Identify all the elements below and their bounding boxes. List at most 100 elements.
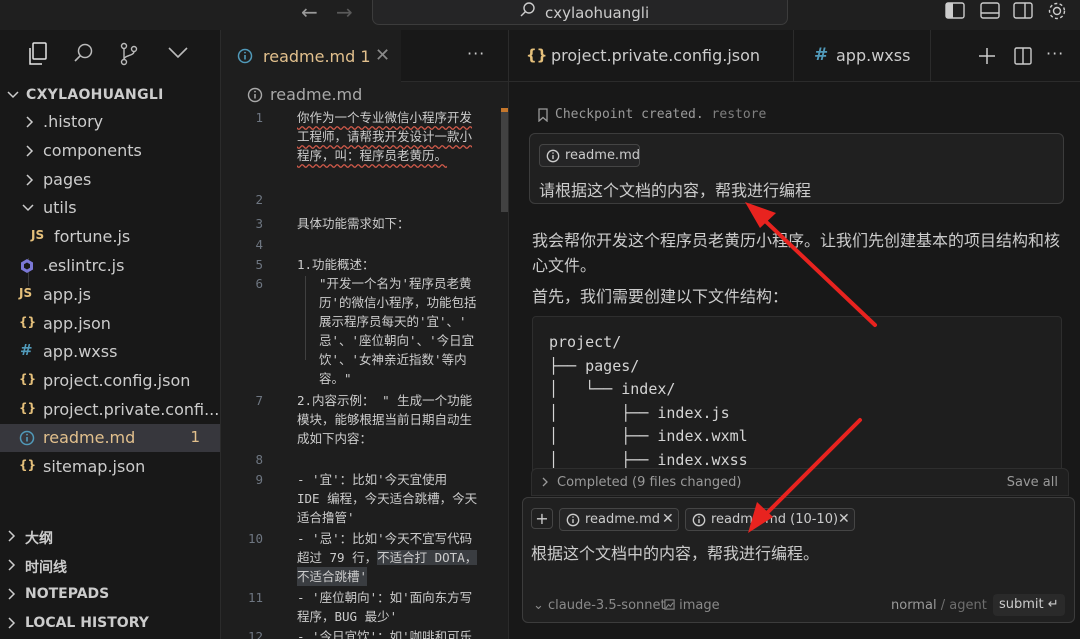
context-chip-readme[interactable]: readme.md ✕ [559, 508, 679, 531]
chevron-right-icon [8, 617, 16, 629]
problem-count-badge: 1 [190, 428, 200, 446]
split-editor-icon[interactable] [1013, 46, 1033, 66]
code-line[interactable]: - '今日宜饮'：如'咖啡和可乐 ' [297, 627, 489, 639]
section-local-history[interactable]: LOCAL HISTORY [0, 611, 220, 637]
code-line[interactable]: 2.内容示例： " 生成一个功能 模块，能够根据当前日期自动生 成如下内容： [297, 391, 489, 448]
code-line[interactable]: "开发一个名为'程序员老黄 历'的微信小程序，功能包括 展示程序员每天的'宜'、… [319, 274, 511, 388]
plus-icon[interactable] [977, 46, 997, 66]
composer-input[interactable]: 根据这个文档中的内容，帮我进行编程。 [531, 540, 819, 564]
files-icon[interactable] [27, 42, 49, 66]
tab-project-private-config[interactable]: {} project.private.config.json [509, 30, 794, 82]
editor-tab-bar: {} project.private.config.json # app.wxs… [509, 30, 1080, 82]
more-actions-icon[interactable]: ··· [467, 44, 485, 63]
code-block-line: │ └── index/ [549, 380, 676, 398]
chevron-down-icon [7, 91, 19, 99]
command-center-search[interactable]: cxylaohuangli [372, 0, 788, 25]
restore-link[interactable]: restore [712, 107, 767, 122]
tree-item-eslintrc[interactable]: .eslintrc.js [0, 252, 220, 280]
close-icon[interactable]: ✕ [375, 45, 390, 66]
tree-item-sitemap[interactable]: {} sitemap.json [0, 453, 220, 481]
submit-button[interactable]: submit ↵ [993, 594, 1065, 616]
toggle-panel-icon[interactable] [980, 2, 1000, 20]
tree-item-label: project.private.confi... [43, 400, 220, 419]
section-timeline[interactable]: 时间线 [0, 553, 220, 579]
json-file-icon: {} [19, 458, 37, 472]
line-number: 5 [255, 257, 263, 272]
tree-item-label: app.json [43, 314, 111, 333]
line-number: 4 [255, 237, 263, 252]
code-block-line: │ ├── index.wxss [549, 451, 748, 469]
model-selector[interactable]: ⌄ claude-3.5-sonnet [533, 598, 666, 613]
gear-icon[interactable] [1046, 0, 1068, 22]
info-icon [237, 48, 253, 64]
tree-item-history[interactable]: .history [0, 108, 220, 136]
tree-item-project-private-config[interactable]: {} project.private.confi... [0, 396, 220, 424]
json-file-icon: {} [19, 401, 37, 415]
code-line[interactable]: 具体功能需求如下： [297, 214, 489, 233]
forward-arrow-icon[interactable]: → [336, 0, 353, 26]
tab-readme[interactable]: readme.md 1 ✕ [221, 30, 401, 82]
close-icon[interactable]: ✕ [838, 511, 850, 527]
image-icon [664, 599, 675, 610]
tree-item-pages[interactable]: pages [0, 166, 220, 194]
code-line[interactable]: 1.功能概述： [297, 255, 489, 274]
chevron-right-icon [26, 145, 34, 157]
tab-app-wxss[interactable]: # app.wxss [795, 30, 931, 82]
tree-item-app-js[interactable]: JS app.js [0, 281, 220, 309]
section-notepads[interactable]: NOTEPADS [0, 582, 220, 608]
tree-item-label: .eslintrc.js [43, 256, 125, 275]
editor-group-readme: readme.md 1 ✕ ··· readme.md 1 你作为一个专业微信小… [221, 30, 508, 639]
line-number: 7 [255, 393, 263, 408]
explorer-root-label: CXYLAOHUANGLI [26, 87, 164, 103]
mode-toggle[interactable]: normal / agent [891, 598, 987, 613]
context-chip-readme-range[interactable]: readme.md (10-10) ✕ [685, 508, 855, 531]
context-chip-readme[interactable]: readme.md [539, 144, 640, 167]
tree-item-label: readme.md [43, 428, 136, 447]
tree-item-app-json[interactable]: {} app.json [0, 310, 220, 338]
line-number: 1 [255, 110, 263, 125]
chevron-right-icon [8, 530, 16, 542]
image-attach-button[interactable]: image [664, 598, 720, 613]
code-block-line: │ ├── index.js [549, 404, 730, 422]
info-icon [566, 513, 580, 527]
command-center-text: cxylaohuangli [545, 4, 650, 22]
more-actions-icon[interactable]: ··· [1046, 44, 1064, 63]
indent-guide [305, 276, 306, 360]
save-all-button[interactable]: Save all [1007, 475, 1058, 490]
tree-item-label: fortune.js [54, 227, 131, 246]
info-icon [19, 430, 35, 446]
section-outline[interactable]: 大纲 [0, 524, 220, 550]
completed-changes-bar[interactable]: Completed (9 files changed) Save all [531, 468, 1069, 496]
add-context-button[interactable]: + [531, 508, 553, 529]
user-message[interactable]: readme.md 请根据这个文档的内容，帮我进行编程 [529, 133, 1064, 204]
tree-item-components[interactable]: components [0, 137, 220, 165]
line-number: 10 [247, 531, 263, 546]
explorer-root-folder[interactable]: CXYLAOHUANGLI [0, 84, 220, 110]
tree-item-app-wxss[interactable]: # app.wxss [0, 338, 220, 366]
tree-item-utils[interactable]: utils [0, 194, 220, 222]
section-label: 大纲 [25, 531, 53, 547]
scrollbar-thumb[interactable] [501, 112, 508, 212]
js-file-icon: JS [19, 286, 33, 300]
code-line[interactable]: - '座位朝向'：如'面向东方写 程序，BUG 最少' [297, 588, 489, 626]
tree-item-readme[interactable]: readme.md 1 [0, 424, 220, 452]
tree-item-fortune-js[interactable]: JS fortune.js [0, 223, 220, 251]
search-match-highlight: 不适合打 DOTA， [377, 550, 478, 565]
line-number: 3 [255, 216, 263, 231]
code-block[interactable]: project/ ├── pages/ │ └── index/ │ ├── i… [532, 316, 1062, 476]
code-line[interactable]: - '忌'：比如'今天不宜写代码 超过 79 行，不适合打 DOTA， 不适合跳… [297, 529, 489, 586]
chat-composer[interactable]: + readme.md ✕ readme.md (10-10) ✕ 根据这个文档… [522, 497, 1075, 623]
back-arrow-icon[interactable]: ← [301, 0, 318, 26]
section-label: LOCAL HISTORY [25, 615, 149, 631]
breadcrumb-label: readme.md [270, 85, 363, 104]
code-line[interactable]: 你作为一个专业微信小程序开发 工程师，请帮我开发设计一款小 程序，叫：程序员老黄… [297, 108, 489, 165]
code-line[interactable]: - '宜'：比如'今天宜使用 IDE 编程，今天适合跳槽，今天 适合撸管' [297, 470, 489, 527]
source-control-icon[interactable] [119, 42, 139, 66]
chevron-down-icon[interactable] [167, 46, 189, 60]
toggle-primary-sidebar-icon[interactable] [945, 2, 965, 20]
line-number: 6 [255, 276, 263, 291]
search-icon[interactable] [73, 42, 95, 64]
tree-item-project-config[interactable]: {} project.config.json [0, 367, 220, 395]
close-icon[interactable]: ✕ [662, 511, 674, 527]
toggle-secondary-sidebar-icon[interactable] [1013, 2, 1033, 20]
